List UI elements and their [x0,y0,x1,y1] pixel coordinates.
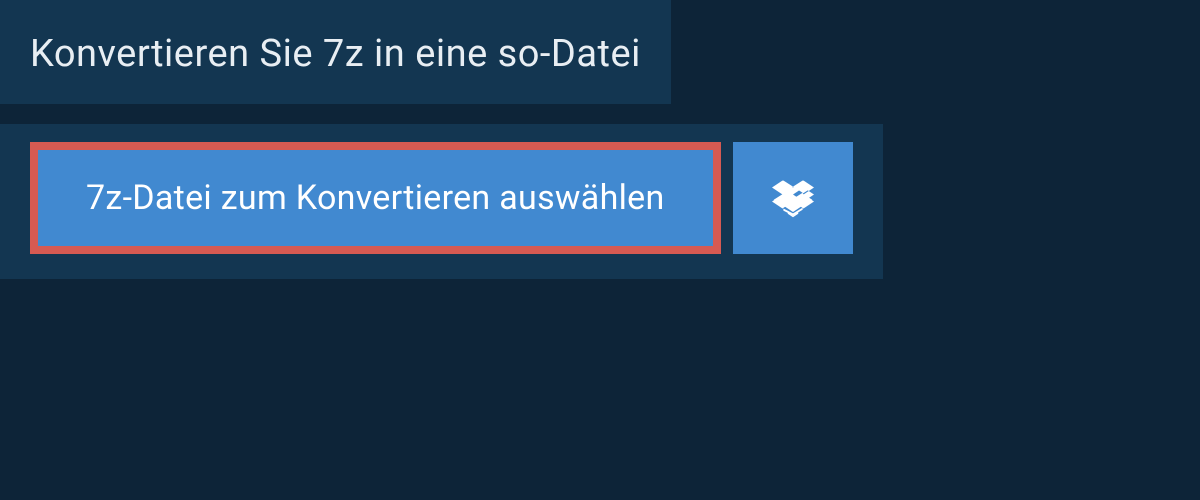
page-title: Konvertieren Sie 7z in eine so-Datei [30,32,641,76]
select-file-label: 7z-Datei zum Konvertieren auswählen [86,178,665,218]
dropbox-icon [772,177,814,219]
dropbox-button[interactable] [733,142,853,254]
select-file-button[interactable]: 7z-Datei zum Konvertieren auswählen [30,142,721,254]
header-panel: Konvertieren Sie 7z in eine so-Datei [0,0,671,104]
button-panel: 7z-Datei zum Konvertieren auswählen [0,124,883,279]
